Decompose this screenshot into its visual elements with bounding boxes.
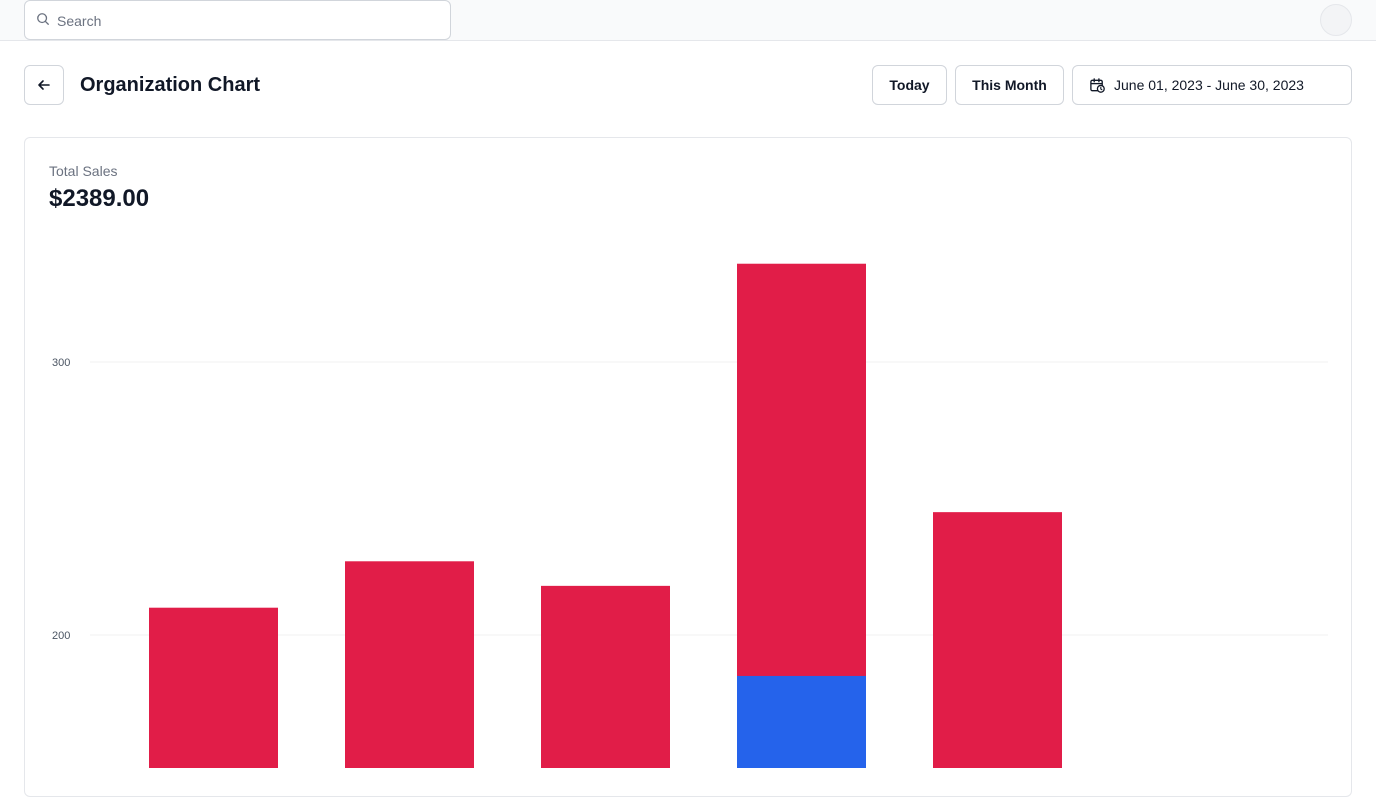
- y-tick-label: 200: [52, 630, 70, 642]
- sales-bar-chart: 200 300: [52, 263, 1328, 768]
- chart-bar[interactable]: [737, 675, 866, 768]
- chart-bar[interactable]: [541, 585, 670, 768]
- chart-bar[interactable]: [933, 512, 1062, 768]
- y-tick-label: 300: [52, 357, 70, 369]
- chart-bar[interactable]: [149, 607, 278, 768]
- chart-bar[interactable]: [345, 561, 474, 768]
